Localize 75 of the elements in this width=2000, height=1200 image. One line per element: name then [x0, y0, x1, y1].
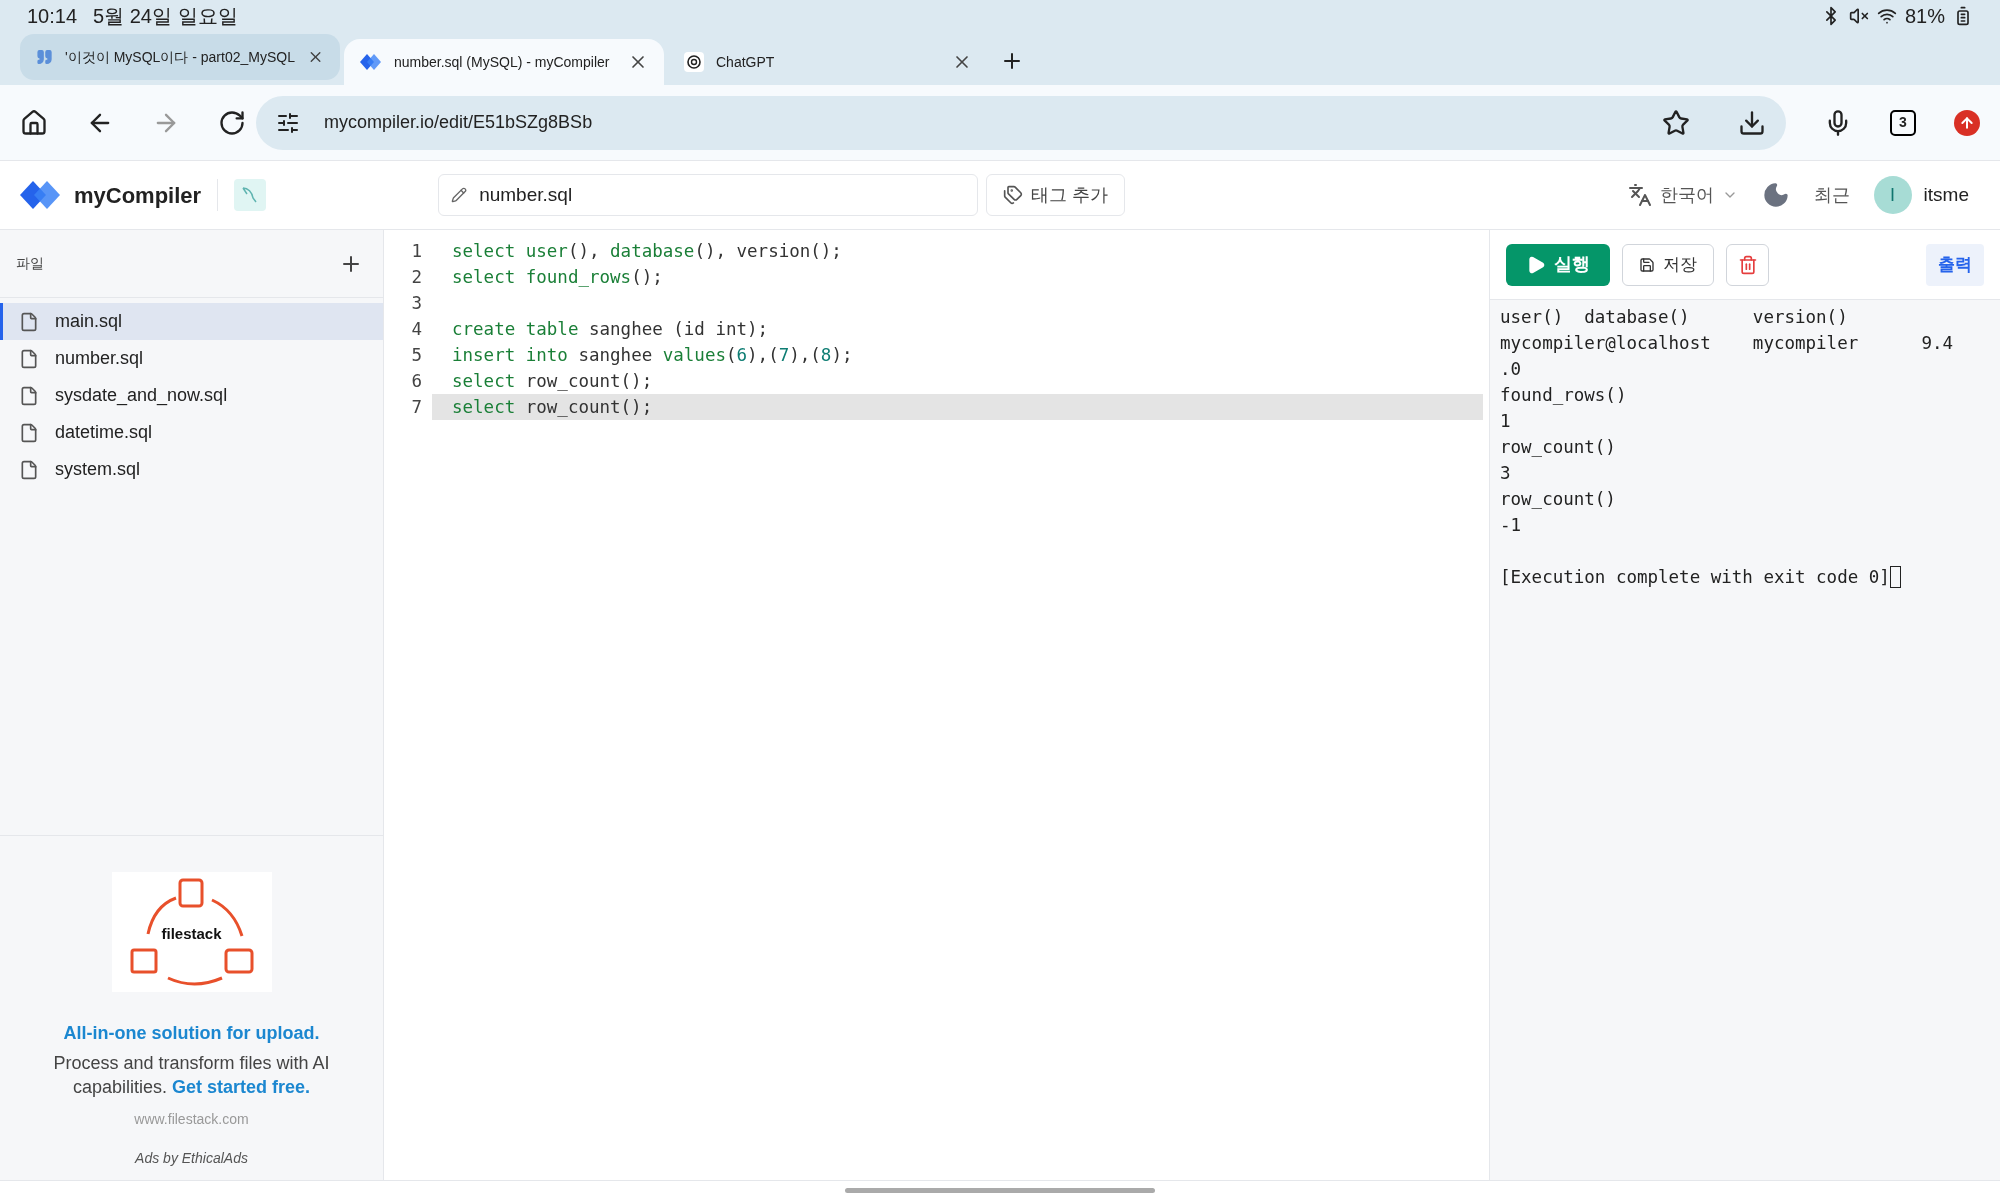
file-icon: [19, 385, 39, 406]
file-item[interactable]: sysdate_and_now.sql: [0, 377, 383, 414]
tab-title: '이것이 MySQL이다 - part02_MySQL: [65, 47, 295, 67]
output-line: mycompiler@localhost mycompiler 9.4: [1500, 331, 1954, 355]
line-number: 6: [410, 369, 423, 393]
output-line: 1: [1500, 409, 1511, 433]
mute-icon: [1848, 6, 1869, 26]
browser-tab[interactable]: number.sql (MySQL) - myCompiler: [344, 39, 664, 85]
output-line: .0: [1500, 357, 1522, 381]
file-icon: [19, 311, 39, 332]
line-number: 2: [410, 265, 423, 289]
file-icon: [19, 348, 39, 369]
output-line: row_count(): [1500, 487, 1616, 511]
user-name[interactable]: itsme: [1923, 180, 1969, 210]
add-tag-button[interactable]: 태그 추가: [986, 174, 1126, 216]
browser-tab[interactable]: '이것이 MySQL이다 - part02_MySQL: [20, 34, 340, 80]
pencil-icon: [451, 187, 468, 203]
site-settings-icon[interactable]: [276, 110, 300, 135]
output-tab[interactable]: 출력: [1926, 243, 1984, 286]
translate-icon: [1627, 183, 1652, 207]
ad-logo[interactable]: filestack: [111, 872, 272, 992]
star-icon[interactable]: [1662, 108, 1690, 137]
home-icon[interactable]: [20, 108, 48, 137]
files-heading: 파일: [16, 254, 44, 273]
trash-icon: [1737, 254, 1758, 275]
ad-text: Process and transform files with AI capabilities. Get started free.: [52, 1052, 331, 1099]
file-name-field[interactable]: number.sql: [438, 174, 979, 216]
file-icon: [19, 459, 39, 480]
status-date: 5월 24일 일요일: [93, 4, 238, 29]
ad-logo-text: filestack: [161, 923, 222, 944]
file-item[interactable]: number.sql: [0, 340, 383, 377]
run-button[interactable]: 실행: [1506, 243, 1610, 286]
diamond-logo-icon: [360, 54, 382, 70]
ad-headline[interactable]: All-in-one solution for upload.: [63, 1020, 320, 1047]
exit-status-line: [Execution complete with exit code 0]: [1500, 565, 1890, 589]
tag-icon: [1003, 185, 1024, 205]
file-item[interactable]: datetime.sql: [0, 414, 383, 451]
logo-text: myCompiler: [74, 181, 202, 210]
language-dropdown[interactable]: 한국어: [1627, 181, 1738, 209]
tab-count[interactable]: 3: [1890, 109, 1916, 136]
battery-percent: 81%: [1904, 4, 1945, 29]
ad-credit[interactable]: Ads by EthicalAds: [135, 1148, 248, 1169]
avatar[interactable]: I: [1873, 176, 1912, 214]
logo-icon: [20, 179, 62, 211]
file-item[interactable]: main.sql: [0, 303, 383, 340]
output-line: 3: [1500, 461, 1511, 485]
line-number: 4: [410, 317, 423, 341]
download-icon[interactable]: [1738, 108, 1766, 137]
tab-title: ChatGPT: [716, 52, 776, 72]
line-number: 5: [410, 343, 423, 367]
quote-icon: [36, 47, 54, 67]
output-line: found_rows(): [1500, 383, 1627, 407]
output-line: -1: [1500, 513, 1522, 537]
line-number: 7: [410, 395, 423, 419]
output-line: row_count(): [1500, 435, 1616, 459]
file-item[interactable]: system.sql: [0, 451, 383, 488]
file-icon: [19, 422, 39, 443]
browser-tab[interactable]: ChatGPT: [668, 39, 988, 85]
text-cursor: [1889, 566, 1901, 588]
ad-link[interactable]: Get started free.: [172, 1077, 311, 1097]
recent-link[interactable]: 최근: [1813, 181, 1850, 209]
wifi-icon: [1876, 6, 1897, 26]
tab-title: number.sql (MySQL) - myCompiler: [394, 52, 611, 72]
save-button[interactable]: 저장: [1622, 243, 1714, 286]
reload-icon[interactable]: [218, 108, 246, 137]
address-field[interactable]: mycompiler.io/edit/E51bSZg8BSb: [256, 95, 1786, 150]
line-number: 1: [410, 239, 423, 263]
dark-mode-icon[interactable]: [1761, 181, 1790, 209]
status-time: 10:14: [27, 4, 78, 29]
upload-icon[interactable]: [1954, 109, 1980, 136]
url-text: mycompiler.io/edit/E51bSZg8BSb: [324, 111, 593, 134]
play-icon: [1526, 254, 1546, 275]
delete-button[interactable]: [1726, 243, 1769, 286]
output-line: user() database() version(): [1500, 305, 1848, 329]
line-number: 3: [410, 291, 423, 315]
